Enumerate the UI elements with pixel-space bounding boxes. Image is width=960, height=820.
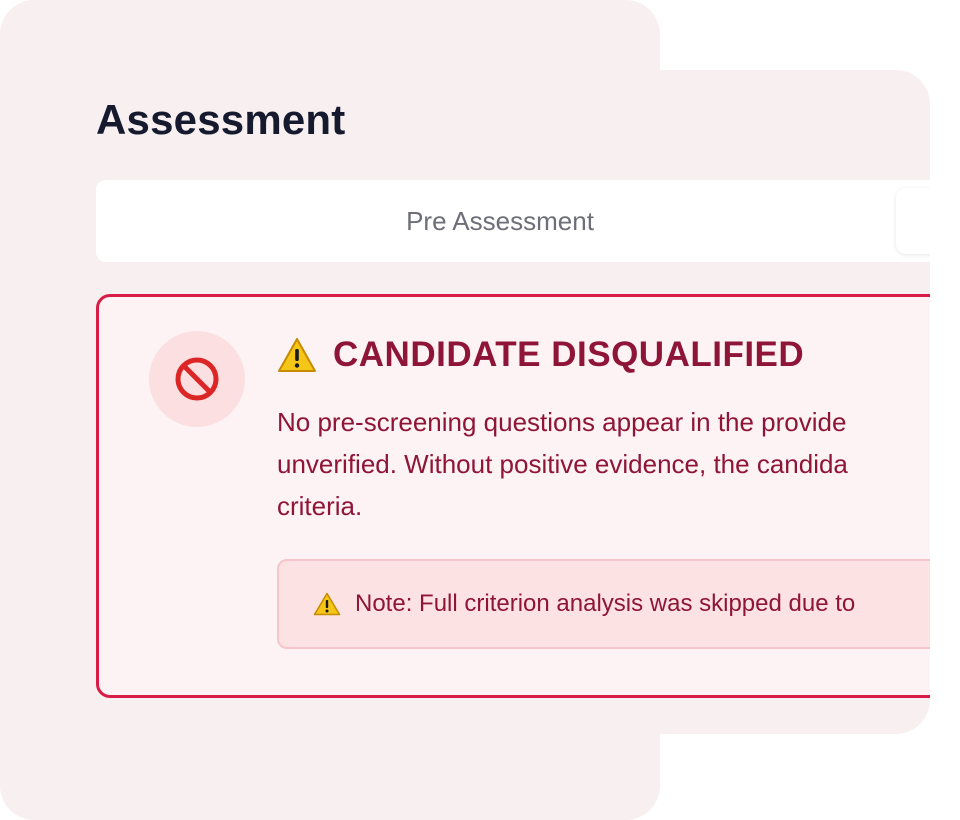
note-text: Note: Full criterion analysis was skippe… [355,590,856,617]
tab-active[interactable] [896,188,930,254]
assessment-tabs: Pre Assessment [96,180,930,262]
prohibited-icon [175,357,219,401]
warning-icon [313,592,341,616]
analysis-skipped-note: Note: Full criterion analysis was skippe… [277,559,930,649]
alert-message: No pre-screening questions appear in the… [277,401,930,527]
warning-icon [278,338,316,372]
alert-message-line: unverified. Without positive evidence, t… [277,449,848,479]
content-area: Assessment Pre Assessment CANDIDATE DISQ… [0,0,930,820]
alert-message-line: criteria. [277,491,363,521]
disqualified-alert: CANDIDATE DISQUALIFIED No pre-screening … [96,294,930,698]
prohibited-icon-badge [149,331,245,427]
alert-title: CANDIDATE DISQUALIFIED [333,335,805,374]
alert-heading: CANDIDATE DISQUALIFIED [277,335,804,375]
page-title: Assessment [96,96,346,143]
tab-pre-assessment[interactable]: Pre Assessment [96,180,904,262]
alert-message-line: No pre-screening questions appear in the… [277,407,847,437]
